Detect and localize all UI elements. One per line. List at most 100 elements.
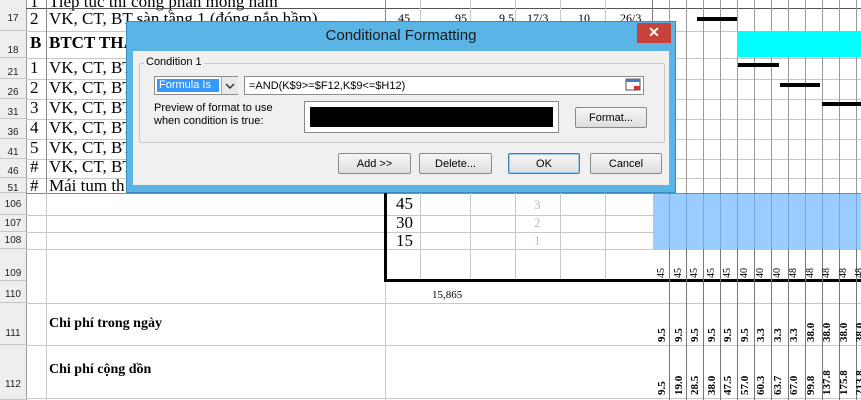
preview-label: when condition is true: (154, 115, 264, 127)
dialog-title: Conditional Formatting (325, 27, 477, 44)
gantt-highlight-cyan (737, 31, 861, 57)
row-number[interactable]: 36 (0, 119, 26, 139)
range-collapse-icon[interactable] (625, 77, 642, 94)
daily-workers-value: 48 (804, 268, 816, 278)
row-number[interactable]: 17 (0, 8, 26, 31)
task-name: VK, CT, BT (49, 138, 129, 157)
close-icon[interactable]: ✕ (637, 23, 671, 43)
daily-cost-value: 9.5 (722, 328, 734, 342)
task-index: # (30, 157, 39, 176)
row-number[interactable]: 108 (0, 232, 26, 249)
daily-cost-value: 3.3 (788, 328, 800, 342)
daily-workers-value: 45 (705, 268, 717, 278)
total-value: 15,865 (432, 289, 463, 301)
daily-cost-value: 38.0 (837, 322, 850, 342)
gantt-grid-top (653, 0, 861, 193)
formula-input[interactable]: =AND(K$9>=$F12,K$9<=$H12) (244, 76, 644, 95)
cumulative-cost-value: 47.5 (722, 375, 734, 395)
cumulative-cost-value: 99.8 (804, 375, 817, 395)
formula-value: =AND(K$9>=$F12,K$9<=$H12) (249, 80, 406, 92)
daily-cost-value: 9.5 (672, 328, 685, 342)
task-index: 4 (30, 118, 39, 137)
cancel-button[interactable]: Cancel (590, 153, 662, 174)
daily-workers-value: 48 (788, 268, 799, 278)
daily-cost-value: 38.0 (804, 322, 817, 342)
daily-workers-value: 48 (854, 268, 861, 278)
task-index: 5 (30, 138, 39, 157)
format-preview (304, 101, 559, 133)
task-index: 2 (30, 9, 39, 28)
cumulative-cost-value: 60.3 (755, 375, 767, 395)
daily-workers-value: 48 (837, 268, 849, 278)
task-name: VK, CT, BT (49, 78, 129, 97)
scale-index: 3 (534, 197, 541, 212)
cumulative-cost-value: 67.0 (788, 375, 800, 395)
cumulative-cost-value: 63.7 (771, 375, 784, 395)
condition-label: Condition 1 (144, 56, 204, 68)
row-number[interactable]: 109 (0, 249, 26, 281)
task-name: VK, CT, BT (49, 118, 129, 137)
daily-cost-value: 9.5 (738, 328, 751, 342)
row-number[interactable]: 18 (0, 31, 26, 58)
cumulative-cost-value: 137.8 (821, 370, 833, 395)
section-name: BTCT THÂN (49, 33, 129, 52)
task-index: 1 (30, 58, 39, 77)
row-number[interactable]: 107 (0, 215, 26, 232)
task-index: 2 (30, 78, 39, 97)
daily-workers-value: 45 (656, 268, 667, 278)
daily-cost-value: 9.5 (705, 328, 718, 342)
daily-workers-value: 40 (755, 268, 766, 278)
gantt-highlight-blue (653, 194, 861, 249)
row-number[interactable]: 106 (0, 194, 26, 215)
daily-cost-value: 38.0 (854, 322, 861, 342)
condition-type-select[interactable]: Formula Is (154, 76, 238, 95)
thick-border-left (384, 193, 387, 282)
scale-value: 15 (396, 231, 413, 250)
task-name: VK, CT, BT (49, 58, 129, 77)
format-button[interactable]: Format... (575, 107, 647, 128)
cumulative-cost-label: Chi phí cộng dồn (49, 362, 152, 377)
row-number[interactable]: 21 (0, 58, 26, 79)
preview-label: Preview of format to use (154, 102, 273, 114)
cumulative-cost-value: 28.5 (689, 375, 701, 395)
daily-cost-value: 3.3 (771, 328, 784, 342)
row-number[interactable]: 46 (0, 159, 26, 178)
row-number[interactable]: 51 (0, 178, 26, 194)
row-number[interactable]: 41 (0, 139, 26, 159)
daily-workers-value: 48 (821, 268, 832, 278)
gantt-bar (697, 17, 737, 21)
task-name: VK, CT, BT (49, 157, 129, 176)
dialog-body: Condition 1 Formula Is =AND(K$9>=$F12,K$… (133, 51, 669, 185)
gantt-bar (822, 102, 861, 106)
daily-workers-value: 45 (672, 268, 684, 278)
row-number[interactable]: 26 (0, 79, 26, 99)
add-button[interactable]: Add >> (338, 153, 411, 174)
daily-cost-label: Chi phí trong ngày (49, 316, 162, 331)
scale-value: 45 (396, 194, 413, 213)
delete-button[interactable]: Delete... (419, 153, 492, 174)
condition-type-value: Formula Is (157, 79, 219, 92)
cumulative-cost-value: 38.0 (705, 375, 718, 395)
task-name: VK, CT, BT (49, 98, 129, 117)
cumulative-cost-value: 213.8 (854, 370, 861, 395)
daily-workers-value: 40 (738, 268, 750, 278)
row-number[interactable]: 111 (0, 303, 26, 345)
daily-cost-value: 3.3 (755, 328, 767, 342)
row-number[interactable]: 110 (0, 284, 26, 303)
daily-cost-value: 9.5 (689, 328, 701, 342)
scale-value: 30 (396, 213, 413, 232)
daily-workers-value: 40 (771, 268, 783, 278)
row-number[interactable]: 112 (0, 345, 26, 400)
gantt-bar (738, 63, 779, 67)
daily-cost-value: 38.0 (821, 322, 833, 342)
cumulative-cost-value: 175.8 (837, 370, 850, 395)
chevron-down-icon[interactable] (221, 77, 238, 94)
ok-button[interactable]: OK (508, 153, 580, 174)
scale-index: 2 (534, 215, 541, 230)
task-index: 3 (30, 98, 39, 117)
row-number[interactable]: 31 (0, 99, 26, 119)
scale-index: 1 (534, 233, 541, 248)
daily-cost-value: 9.5 (656, 328, 668, 342)
cumulative-cost-value: 19.0 (672, 375, 685, 395)
cumulative-cost-value: 9.5 (656, 381, 668, 395)
